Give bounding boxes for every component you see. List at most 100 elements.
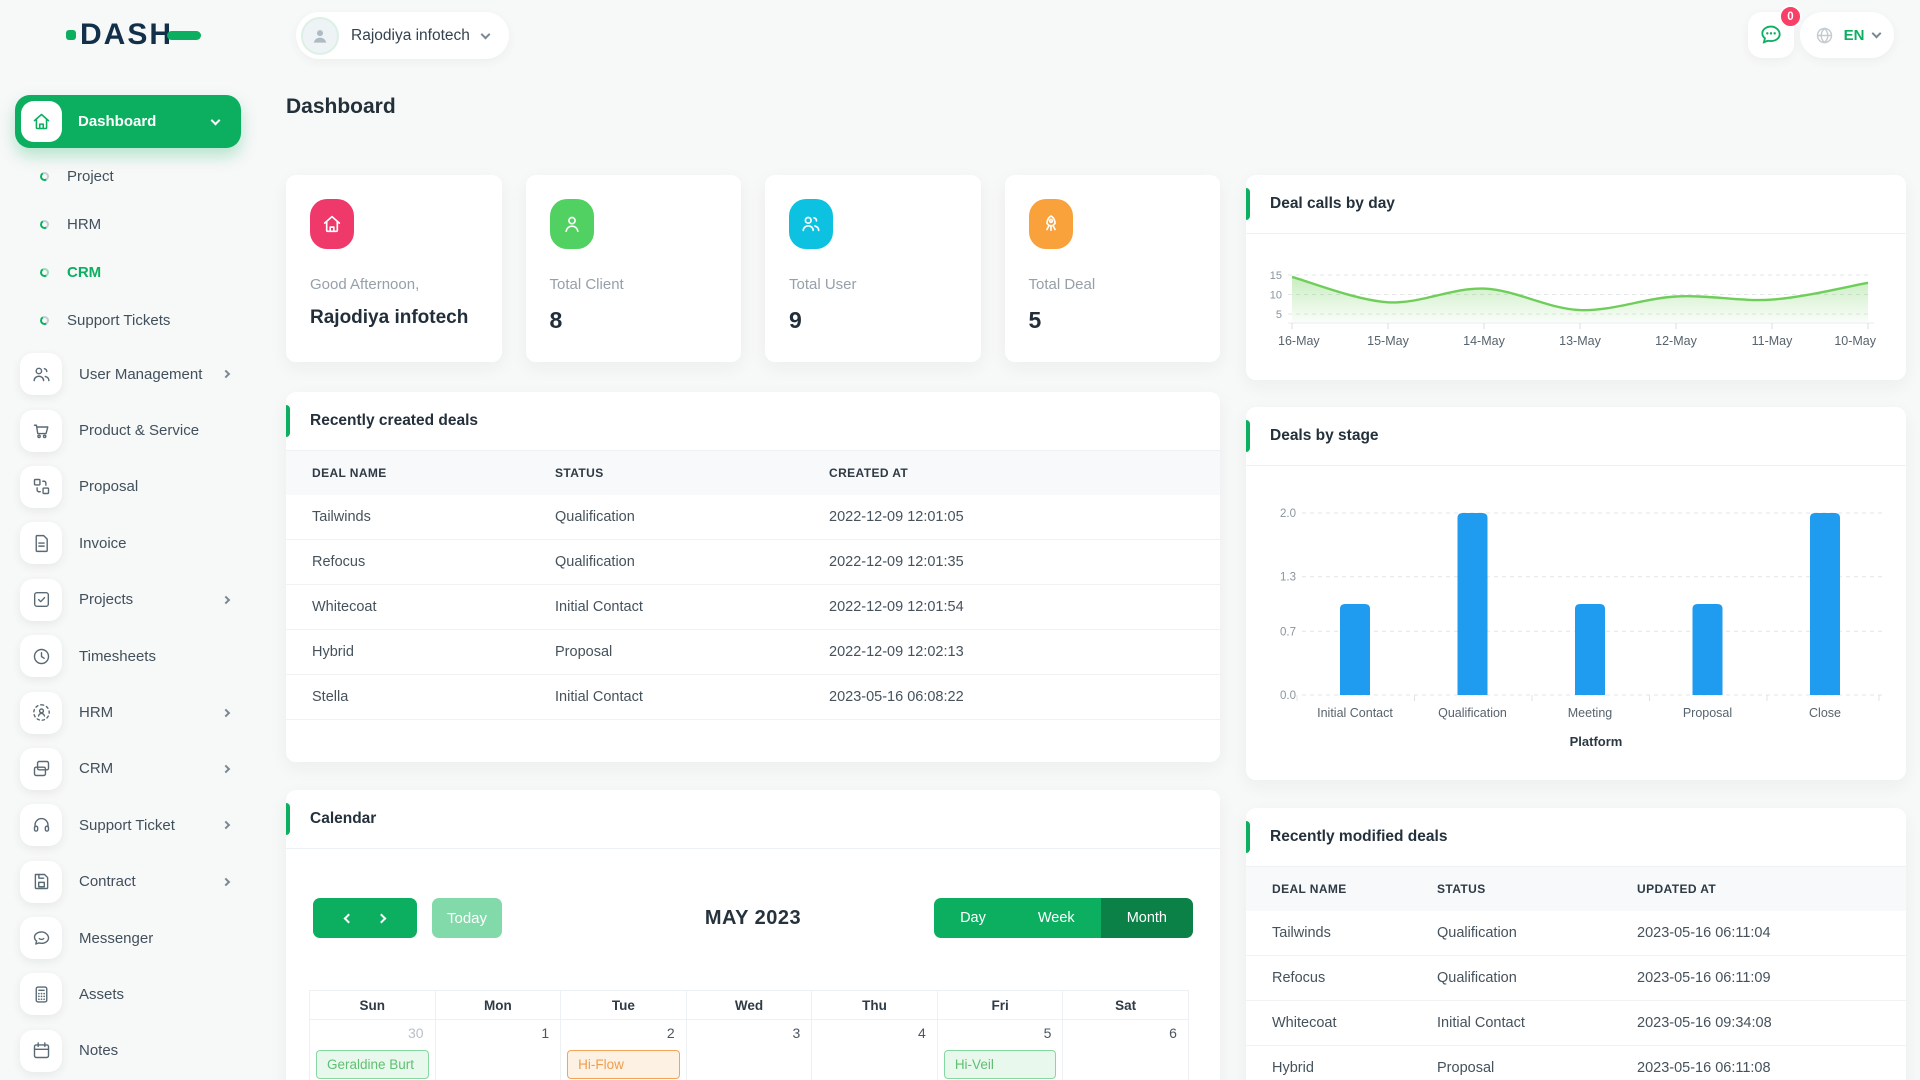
table-cell: Hybrid (312, 644, 354, 660)
column-header: DEAL NAME (1272, 882, 1347, 896)
calendar-day-cell[interactable]: 2 Hi-Flow (560, 1019, 687, 1080)
rocket-icon (1045, 215, 1056, 232)
table-cell: Tailwinds (312, 509, 371, 525)
company-selector[interactable]: Rajodiya infotech (296, 12, 509, 59)
chevron-right-icon[interactable] (376, 913, 387, 923)
sidebar-sub-item-project[interactable]: Project (0, 152, 259, 200)
svg-text:Platform: Platform (1570, 734, 1623, 749)
stat-card-total-deal: Total Deal 5 (1004, 175, 1220, 362)
sidebar-item-messenger[interactable]: Messenger (0, 910, 259, 966)
chevron-down-icon (480, 29, 491, 39)
recently-created-deals-card: Recently created deals DEAL NAME STATUS CR… (286, 392, 1220, 762)
sidebar-item-hrm[interactable]: HRM (0, 684, 259, 740)
day-number: 1 (541, 1025, 550, 1041)
calendar-prev-next-buttons[interactable] (313, 898, 417, 938)
calendar-day-cell[interactable]: 1 (434, 1019, 562, 1080)
sidebar-item-contract[interactable]: Contract (0, 854, 259, 910)
sidebar-item-label: Projects (79, 591, 134, 609)
svg-text:14-May: 14-May (1463, 334, 1505, 348)
card-header: Deals by stage (1246, 407, 1906, 465)
card-header: Recently created deals (286, 392, 1220, 450)
sidebar-sub-item-crm[interactable]: CRM (0, 248, 259, 296)
person-icon (313, 29, 327, 43)
table-cell: Whitecoat (312, 599, 377, 615)
bullet-icon (38, 170, 51, 182)
sidebar-item-product-service[interactable]: Product & Service (0, 402, 259, 458)
calculator-icon (35, 986, 47, 1003)
calendar-event[interactable]: Hi-Flow (567, 1050, 680, 1079)
sidebar-item-support-ticket[interactable]: Support Ticket (0, 797, 259, 853)
calendar-day-cell[interactable]: 6 (1062, 1019, 1189, 1080)
messages-button[interactable]: 0 (1748, 5, 1802, 58)
chat-bubble-icon (1761, 25, 1781, 44)
table-cell: Qualification (1437, 925, 1517, 941)
calendar-day-cell[interactable]: 4 (811, 1019, 938, 1080)
sidebar-item-user-management[interactable]: User Management (0, 346, 259, 402)
svg-text:16-May: 16-May (1278, 334, 1320, 348)
sidebar-item-label: Timesheets (79, 647, 156, 665)
sidebar-item-invoice[interactable]: Invoice (0, 515, 259, 571)
calendar-day-cell[interactable]: 30 Geraldine Burt (309, 1019, 436, 1080)
sidebar-sub-item-hrm[interactable]: HRM (0, 200, 259, 248)
card-header: Recently modified deals (1246, 808, 1906, 866)
stat-label: Total Deal (1028, 276, 1096, 293)
floppy-icon (34, 874, 48, 890)
column-header: UPDATED AT (1637, 882, 1717, 896)
deal-calls-card: Deal calls by day 15 10 5 16-May 15-May 14-Ma… (1246, 175, 1906, 380)
sidebar-item-label: Proposal (79, 478, 139, 496)
table-cell: 2022-12-09 12:01:54 (829, 599, 964, 615)
chevron-right-icon (221, 764, 231, 774)
table-cell: Qualification (1437, 970, 1517, 986)
sidebar-item-proposal[interactable]: Proposal (0, 459, 259, 515)
language-selector[interactable]: EN (1800, 12, 1894, 58)
svg-text:12-May: 12-May (1655, 334, 1697, 348)
calendar-date-row: 30 Geraldine Burt 1 2 Hi-Flow 3 4 5 Hi-Veil 6 (309, 1019, 1196, 1080)
sidebar-item-notes[interactable]: Notes (0, 1023, 259, 1079)
cart-icon (33, 424, 48, 439)
chat-icon (33, 930, 49, 945)
accent-bar (286, 803, 290, 835)
calendar-view-week-button[interactable]: Week (1011, 898, 1101, 938)
sidebar-item-timesheets[interactable]: Timesheets (0, 628, 259, 684)
icon-box (20, 747, 62, 790)
user-icon (549, 199, 594, 249)
calendar-day-cell[interactable]: 3 (685, 1019, 813, 1080)
svg-text:15-May: 15-May (1367, 334, 1409, 348)
bullet-icon (38, 314, 51, 326)
users-icon (802, 216, 820, 232)
table-cell: Refocus (312, 554, 366, 570)
svg-text:0.0: 0.0 (1280, 690, 1296, 702)
stat-card-good-afternoon: Good Afternoon, Rajodiya infotech (286, 175, 502, 362)
table-cell: Qualification (555, 554, 635, 570)
globe-icon (1816, 27, 1832, 43)
calendar-day-cell[interactable]: 5 Hi-Veil (936, 1019, 1064, 1080)
icon-box (20, 917, 62, 960)
chevron-right-icon (221, 821, 231, 830)
card-title: Deals by stage (1270, 427, 1379, 444)
sidebar-item-label: CRM (67, 263, 102, 281)
weekday-header: Thu (811, 990, 938, 1020)
sidebar-sub-item-support-tickets[interactable]: Support Tickets (0, 296, 259, 344)
deal-calls-chart: 15 10 5 16-May 15-May 14-May 13-May 12-May 11-Ma… (1260, 263, 1892, 360)
sidebar-item-label: Invoice (79, 534, 127, 552)
calendar-view-month-button[interactable]: Month (1100, 898, 1193, 938)
chevron-left-icon[interactable] (343, 913, 354, 923)
chevron-right-icon (221, 369, 231, 379)
calendar-view-day-button[interactable]: Day (934, 898, 1012, 938)
sidebar-item-dashboard[interactable]: Dashboard (15, 95, 241, 148)
sidebar-item-label: HRM (67, 215, 102, 233)
sidebar-item-assets[interactable]: Assets (0, 966, 259, 1022)
stat-label: Total Client (549, 276, 624, 293)
calendar-event[interactable]: Geraldine Burt (316, 1050, 429, 1079)
today-button[interactable]: Today (432, 898, 502, 938)
sidebar-item-projects[interactable]: Projects (0, 572, 259, 628)
sidebar-item-label: Product & Service (79, 422, 200, 440)
weekday-header: Mon (434, 990, 562, 1020)
person-frame-icon (32, 704, 50, 721)
chevron-down-icon (210, 115, 221, 125)
page-title: Dashboard (286, 95, 396, 118)
rocket-icon (1028, 199, 1073, 249)
sidebar-item-crm[interactable]: CRM (0, 741, 259, 797)
icon-box (20, 353, 62, 396)
calendar-event[interactable]: Hi-Veil (943, 1050, 1057, 1079)
